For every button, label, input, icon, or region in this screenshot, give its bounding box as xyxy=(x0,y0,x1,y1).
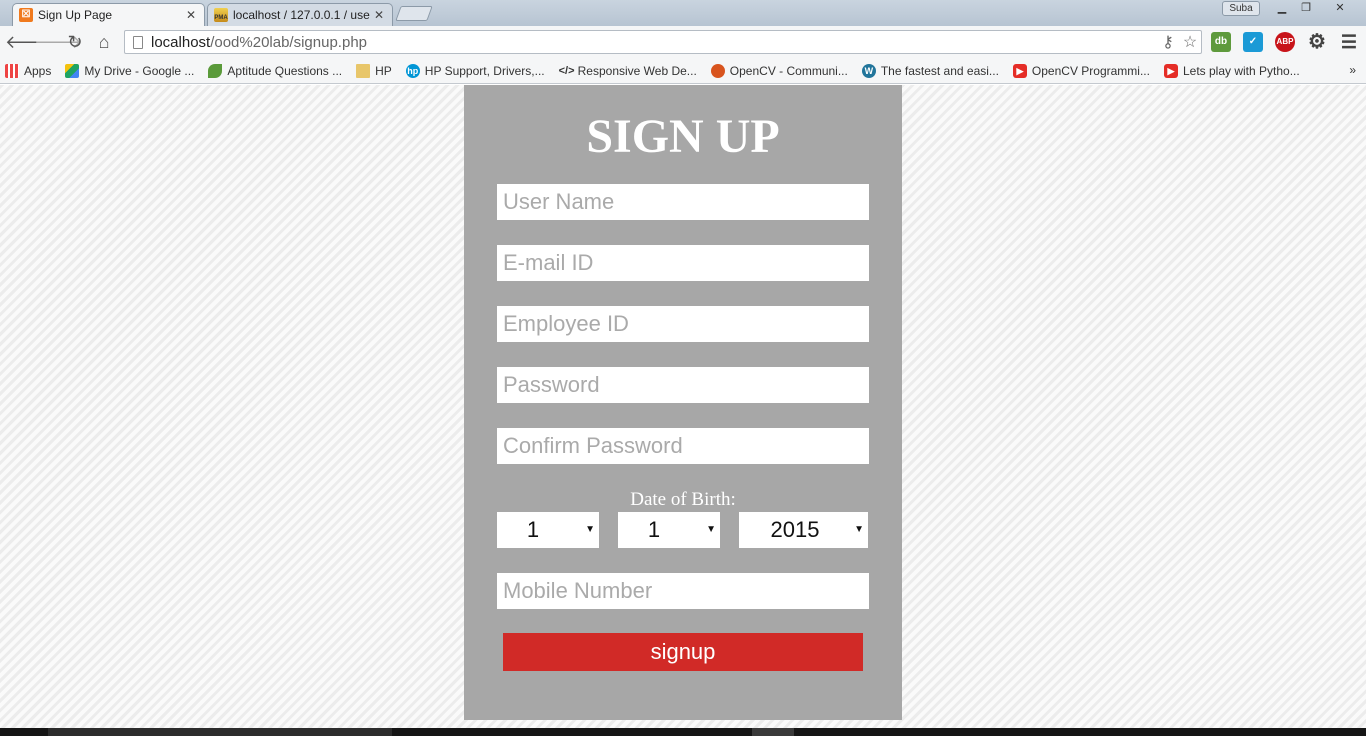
profile-button[interactable]: Suba xyxy=(1222,1,1260,16)
bookmark-label: Aptitude Questions ... xyxy=(227,63,343,78)
dob-month-value: 1 xyxy=(647,517,661,542)
bookmark-hp-folder[interactable]: HP xyxy=(356,63,392,78)
bookmark-hp-support[interactable]: hp HP Support, Drivers,... xyxy=(405,63,545,78)
new-tab-button[interactable] xyxy=(395,6,433,21)
close-icon[interactable]: ✕ xyxy=(372,8,386,22)
tab-title: Sign Up Page xyxy=(38,8,113,22)
opencv-icon xyxy=(710,63,725,78)
browser-titlebar: ☒ Sign Up Page ✕ PMA localhost / 127.0.0… xyxy=(0,0,1366,26)
gear-icon[interactable]: ⚙ xyxy=(1307,32,1327,52)
bookmark-label: OpenCV Programmi... xyxy=(1031,63,1150,78)
address-bar[interactable]: localhost/ood%20lab/signup.php ⚷ ☆ xyxy=(124,30,1202,54)
bookmark-opencv-community[interactable]: OpenCV - Communi... xyxy=(710,63,848,78)
phpmyadmin-icon: PMA xyxy=(214,8,228,22)
browser-toolbar: 🡐 🡒 ↻ ⌂ localhost/ood%20lab/signup.php ⚷… xyxy=(0,26,1366,58)
username-field[interactable]: User Name xyxy=(497,184,869,220)
page-icon xyxy=(133,35,143,49)
taskbar-item[interactable] xyxy=(48,728,392,736)
bookmark-responsive[interactable]: </> Responsive Web De... xyxy=(559,64,697,78)
xampp-icon: ☒ xyxy=(19,8,33,22)
page-title: SIGN UP xyxy=(586,110,780,163)
google-drive-icon xyxy=(65,63,80,78)
dropdown-arrow-icon: ▼ xyxy=(585,524,595,535)
key-icon[interactable]: ⚷ xyxy=(1157,32,1179,52)
password-field[interactable]: Password xyxy=(497,367,869,403)
youtube-icon: ▶ xyxy=(1163,63,1178,78)
folder-icon xyxy=(356,63,371,78)
page-viewport: SIGN UP User Name E-mail ID Employee ID … xyxy=(0,85,1366,728)
bookmark-label: HP xyxy=(375,63,392,78)
dob-day-value: 1 xyxy=(526,517,540,542)
code-icon: </> xyxy=(558,64,575,77)
dob-day-select[interactable]: 1 ▼ xyxy=(497,512,599,548)
signup-card: SIGN UP User Name E-mail ID Employee ID … xyxy=(464,85,902,720)
tab-sign-up[interactable]: ☒ Sign Up Page ✕ xyxy=(12,3,205,26)
bookmark-label: OpenCV - Communi... xyxy=(729,63,848,78)
bookmark-apps[interactable]: Apps xyxy=(5,63,52,78)
url-path: /ood%20lab/signup.php xyxy=(210,33,367,51)
close-icon[interactable]: ✕ xyxy=(184,8,198,22)
reload-icon[interactable]: ↻ xyxy=(64,31,86,53)
apps-grid-icon xyxy=(5,63,19,78)
bookmark-my-drive[interactable]: My Drive - Google ... xyxy=(65,63,195,78)
maximize-icon[interactable]: ❐ xyxy=(1294,1,1318,16)
forward-arrow-icon[interactable]: 🡒 xyxy=(34,31,82,53)
bookmarks-bar: Apps My Drive - Google ... Aptitude Ques… xyxy=(0,58,1366,84)
bookmark-opencv-programming[interactable]: ▶ OpenCV Programmi... xyxy=(1012,63,1150,78)
mobile-number-field[interactable]: Mobile Number xyxy=(497,573,869,609)
os-taskbar xyxy=(0,728,1366,736)
leaf-icon xyxy=(208,63,223,78)
home-icon[interactable]: ⌂ xyxy=(93,31,115,53)
tab-phpmyadmin[interactable]: PMA localhost / 127.0.0.1 / use ✕ xyxy=(207,3,393,26)
back-arrow-icon[interactable]: 🡐 xyxy=(5,31,53,53)
adblock-icon[interactable]: ABP xyxy=(1275,32,1295,52)
wordpress-icon: W xyxy=(861,63,876,78)
bookmarks-overflow-button[interactable]: » xyxy=(1349,63,1356,77)
bookmark-wordpress[interactable]: W The fastest and easi... xyxy=(861,63,999,78)
dob-label: Date of Birth: xyxy=(630,489,736,510)
dropdown-arrow-icon: ▼ xyxy=(706,524,716,535)
url-host: localhost xyxy=(151,33,211,51)
bookmark-label: My Drive - Google ... xyxy=(84,63,195,78)
tab-title: localhost / 127.0.0.1 / use xyxy=(233,8,370,22)
youtube-icon: ▶ xyxy=(1012,63,1027,78)
email-field[interactable]: E-mail ID xyxy=(497,245,869,281)
star-icon[interactable]: ☆ xyxy=(1179,32,1201,52)
bookmark-label: HP Support, Drivers,... xyxy=(424,63,545,78)
signup-button[interactable]: signup xyxy=(503,633,863,671)
bookmark-label: The fastest and easi... xyxy=(880,63,999,78)
hp-icon: hp xyxy=(405,63,420,78)
minimize-icon[interactable]: ▁ xyxy=(1270,1,1294,16)
employee-id-field[interactable]: Employee ID xyxy=(497,306,869,342)
confirm-password-field[interactable]: Confirm Password xyxy=(497,428,869,464)
taskbar-item[interactable] xyxy=(752,728,794,736)
extension-db-icon[interactable]: db xyxy=(1211,32,1231,52)
window-close-icon[interactable]: ✕ xyxy=(1326,1,1354,16)
extension-check-icon[interactable]: ✓ xyxy=(1243,32,1263,52)
bookmark-label: Lets play with Pytho... xyxy=(1182,63,1300,78)
bookmark-aptitude[interactable]: Aptitude Questions ... xyxy=(208,63,343,78)
bookmark-python[interactable]: ▶ Lets play with Pytho... xyxy=(1163,63,1300,78)
url-text[interactable]: localhost/ood%20lab/signup.php xyxy=(151,34,1157,51)
dob-month-select[interactable]: 1 ▼ xyxy=(618,512,720,548)
dob-year-value: 2015 xyxy=(770,517,820,542)
bookmark-label: Responsive Web De... xyxy=(577,63,697,78)
dropdown-arrow-icon: ▼ xyxy=(854,524,864,535)
menu-icon[interactable]: ☰ xyxy=(1339,32,1359,52)
dob-year-select[interactable]: 2015 ▼ xyxy=(739,512,868,548)
bookmark-label: Apps xyxy=(24,63,52,78)
